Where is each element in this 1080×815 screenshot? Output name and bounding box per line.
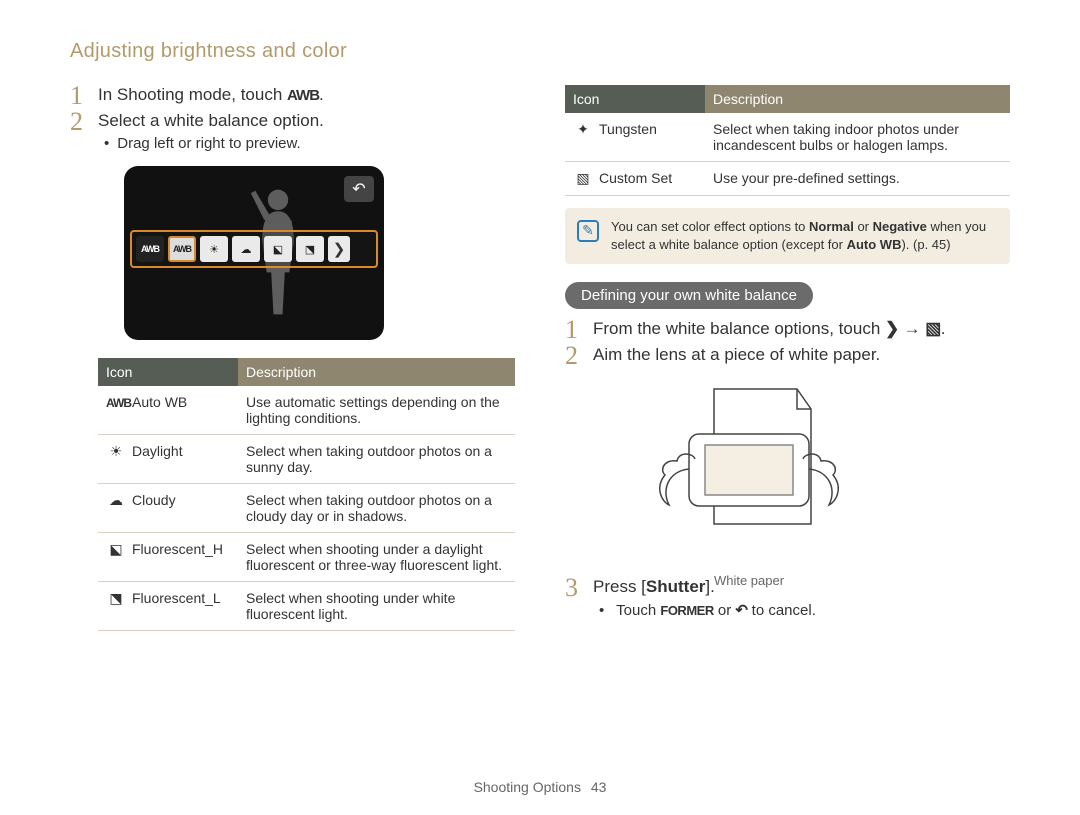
page-title: Adjusting brightness and color — [70, 40, 1010, 63]
step1-suffix: . — [319, 85, 324, 104]
table-row: ⬕ Fluorescent_H Select when shooting under… — [98, 533, 515, 582]
wb-strip-item-fluor-h: ⬕ — [264, 236, 292, 262]
r-step-3: Press [Shutter]. Touch FORMER or ↶ to ca… — [565, 577, 1010, 619]
r-step-1: From the white balance options, touch ❯ … — [565, 319, 1010, 339]
chevron-right-icon: ❯ — [885, 319, 899, 338]
r-step2-text: Aim the lens at a piece of white paper. — [593, 345, 880, 364]
row-label: Daylight — [132, 443, 183, 459]
wb-option-strip: AWB AWB ☀ ☁ ⬕ ⬔ ❯ — [130, 230, 378, 268]
strip-next-icon: ❯ — [328, 236, 350, 262]
step2-sub-list: Drag left or right to preview. — [98, 135, 515, 152]
row-label: Fluorescent_H — [132, 541, 223, 557]
wb-right-tbody: ✦ Tungsten Select when taking indoor photo… — [565, 113, 1010, 196]
footer-section: Shooting Options — [474, 779, 581, 795]
shutter-label: Shutter — [646, 577, 706, 596]
th-desc: Description — [238, 358, 515, 386]
cloudy-icon: ☁ — [106, 492, 126, 509]
row-desc: Select when taking outdoor photos on a c… — [238, 484, 515, 533]
right-steps: From the white balance options, touch ❯ … — [565, 319, 1010, 619]
step-2: Select a white balance option. Drag left… — [70, 111, 515, 631]
white-paper-illustration: White paper — [619, 379, 879, 569]
awb-icon: AWB — [287, 87, 319, 104]
table-row: ☁ Cloudy Select when taking outdoor photos… — [98, 484, 515, 533]
subheading-define-wb: Defining your own white balance — [565, 282, 813, 309]
row-desc: Use automatic settings depending on the … — [238, 386, 515, 435]
r-step-2: Aim the lens at a piece of white paper. … — [565, 345, 1010, 569]
row-desc: Select when taking outdoor photos on a s… — [238, 435, 515, 484]
table-row: ▧ Custom Set Use your pre-defined settings… — [565, 162, 1010, 196]
custom-set-icon: ▧ — [573, 170, 593, 187]
wb-strip-item-fluor-l: ⬔ — [296, 236, 324, 262]
table-row: ⬔ Fluorescent_L Select when shooting under… — [98, 582, 515, 631]
row-desc: Select when taking indoor photos under i… — [705, 113, 1010, 162]
wb-strip-item-awb-dark: AWB — [136, 236, 164, 262]
return-icon: ↶ — [735, 602, 747, 619]
former-icon: FORMER — [660, 603, 713, 618]
step2-text: Select a white balance option. — [98, 111, 324, 130]
th-icon: Icon — [98, 358, 238, 386]
footer: Shooting Options 43 — [0, 779, 1080, 795]
wb-strip-item-awb-selected: AWB — [168, 236, 196, 262]
camera-screenshot: ↶ AWB AWB ☀ ☁ ⬕ — [124, 166, 384, 340]
wb-table-left: Icon Description AWB Auto WB Use automatic… — [98, 358, 515, 631]
step1-prefix: In Shooting mode, touch — [98, 85, 287, 104]
auto-wb-icon: AWB — [106, 394, 126, 410]
row-desc: Select when shooting under a daylight fl… — [238, 533, 515, 582]
right-column: Icon Description ✦ Tungsten Select when ta… — [565, 85, 1010, 637]
step2-sub1: Drag left or right to preview. — [104, 135, 515, 152]
th-icon-r: Icon — [565, 85, 705, 113]
step-1: In Shooting mode, touch AWB. — [70, 85, 515, 105]
row-label: Auto WB — [132, 394, 187, 410]
custom-set-icon: ▧ — [925, 319, 941, 338]
left-steps: In Shooting mode, touch AWB. Select a wh… — [70, 85, 515, 631]
tungsten-icon: ✦ — [573, 121, 593, 138]
table-row: ✦ Tungsten Select when taking indoor photo… — [565, 113, 1010, 162]
two-column-layout: In Shooting mode, touch AWB. Select a wh… — [70, 85, 1010, 637]
wb-table-right: Icon Description ✦ Tungsten Select when ta… — [565, 85, 1010, 196]
r-step1-prefix: From the white balance options, touch — [593, 319, 885, 338]
row-label: Custom Set — [599, 170, 672, 186]
fluorescent-h-icon: ⬕ — [106, 541, 126, 558]
wb-strip-item-daylight: ☀ — [200, 236, 228, 262]
note-text: You can set color effect options to Norm… — [611, 219, 986, 252]
row-desc: Use your pre-defined settings. — [705, 162, 1010, 196]
r-step3-sub: Touch FORMER or ↶ to cancel. — [593, 601, 1010, 619]
row-label: Tungsten — [599, 121, 657, 137]
daylight-icon: ☀ — [106, 443, 126, 460]
table-row: AWB Auto WB Use automatic settings dependi… — [98, 386, 515, 435]
wb-left-tbody: AWB Auto WB Use automatic settings dependi… — [98, 386, 515, 631]
row-desc: Select when shooting under white fluores… — [238, 582, 515, 631]
row-label: Fluorescent_L — [132, 590, 221, 606]
wb-strip-item-cloudy: ☁ — [232, 236, 260, 262]
back-icon: ↶ — [344, 176, 374, 202]
note-icon: ✎ — [577, 220, 599, 242]
footer-page: 43 — [591, 779, 607, 795]
row-label: Cloudy — [132, 492, 176, 508]
th-desc-r: Description — [705, 85, 1010, 113]
fluorescent-l-icon: ⬔ — [106, 590, 126, 607]
note-box: ✎ You can set color effect options to No… — [565, 208, 1010, 264]
table-row: ☀ Daylight Select when taking outdoor phot… — [98, 435, 515, 484]
left-column: In Shooting mode, touch AWB. Select a wh… — [70, 85, 515, 637]
